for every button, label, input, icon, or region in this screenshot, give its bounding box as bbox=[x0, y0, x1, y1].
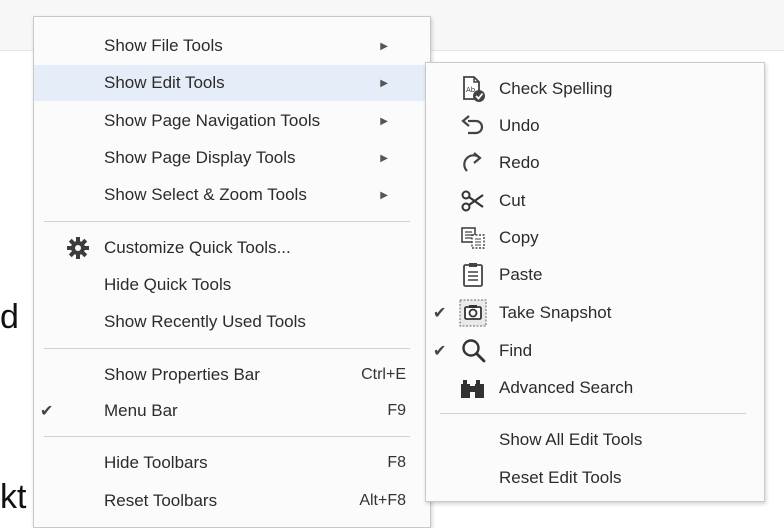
submenu-arrow-icon: ▶ bbox=[380, 189, 388, 201]
menu-item-label: Undo bbox=[499, 116, 540, 135]
gear-icon bbox=[67, 237, 89, 259]
menu-item-cut[interactable]: Cut bbox=[426, 183, 764, 219]
menu-item-take-snapshot[interactable]: ✔ Take Snapshot bbox=[426, 295, 764, 331]
menu-item-hide-quick-tools[interactable]: Hide Quick Tools bbox=[34, 267, 430, 303]
menu-item-reset-edit-tools[interactable]: Reset Edit Tools bbox=[426, 460, 764, 496]
menu-item-show-page-display-tools[interactable]: Show Page Display Tools ▶ bbox=[34, 140, 430, 176]
menu-item-label: Advanced Search bbox=[499, 378, 634, 397]
menu-item-label: Cut bbox=[499, 191, 526, 210]
shortcut-text: F9 bbox=[387, 402, 406, 419]
scissors-icon bbox=[458, 186, 488, 216]
undo-icon bbox=[458, 111, 488, 141]
menu-item-label: Show Properties Bar bbox=[104, 365, 260, 384]
menu-item-show-select-zoom-tools[interactable]: Show Select & Zoom Tools ▶ bbox=[34, 177, 430, 213]
menu-item-label: Show Select & Zoom Tools bbox=[104, 185, 307, 204]
menu-item-show-edit-tools[interactable]: Show Edit Tools ▶ bbox=[34, 65, 430, 101]
menu-item-label: Reset Toolbars bbox=[104, 491, 218, 510]
menu-item-menu-bar[interactable]: ✔ Menu Bar F9 bbox=[34, 393, 430, 429]
menu-item-show-properties-bar[interactable]: Show Properties Bar Ctrl+E bbox=[34, 357, 430, 393]
submenu-arrow-icon: ▶ bbox=[380, 77, 388, 89]
document-text-fragment: kt bbox=[0, 478, 27, 516]
menu-item-label: Copy bbox=[499, 228, 539, 247]
menu-item-show-file-tools[interactable]: Show File Tools ▶ bbox=[34, 28, 430, 64]
shortcut-text: Alt+F8 bbox=[359, 492, 406, 509]
menu-divider bbox=[44, 436, 410, 437]
menu-item-label: Paste bbox=[499, 265, 543, 284]
menu-item-label: Show Page Navigation Tools bbox=[104, 111, 321, 130]
menu-item-show-page-navigation-tools[interactable]: Show Page Navigation Tools ▶ bbox=[34, 103, 430, 139]
shortcut-text: F8 bbox=[387, 454, 406, 471]
edit-tools-submenu: Ab Check Spelling Undo Redo Cut Copy Pas… bbox=[425, 62, 765, 502]
menu-item-label: Show Page Display Tools bbox=[104, 148, 296, 167]
menu-item-redo[interactable]: Redo bbox=[426, 145, 764, 181]
binoculars-icon bbox=[458, 373, 488, 403]
menu-item-label: Show All Edit Tools bbox=[499, 430, 643, 449]
view-tools-menu: Show File Tools ▶ Show Edit Tools ▶ Show… bbox=[33, 16, 431, 528]
menu-item-label: Hide Toolbars bbox=[104, 453, 208, 472]
menu-item-advanced-search[interactable]: Advanced Search bbox=[426, 370, 764, 406]
document-text-fragment: d bbox=[0, 298, 19, 336]
menu-item-customize-quick-tools[interactable]: Customize Quick Tools... bbox=[34, 230, 430, 266]
menu-item-show-recently-used-tools[interactable]: Show Recently Used Tools bbox=[34, 304, 430, 340]
menu-item-label: Hide Quick Tools bbox=[104, 275, 232, 294]
menu-item-paste[interactable]: Paste bbox=[426, 257, 764, 293]
submenu-arrow-icon: ▶ bbox=[380, 40, 388, 52]
paste-icon bbox=[458, 260, 488, 290]
shortcut-text: Ctrl+E bbox=[361, 366, 406, 383]
menu-item-label: Find bbox=[499, 341, 533, 360]
menu-item-label: Show File Tools bbox=[104, 36, 223, 55]
checkmark-icon: ✔ bbox=[433, 305, 447, 322]
menu-divider bbox=[44, 221, 410, 222]
menu-item-hide-toolbars[interactable]: Hide Toolbars F8 bbox=[34, 445, 430, 481]
camera-icon bbox=[458, 298, 488, 328]
menu-item-check-spelling[interactable]: Ab Check Spelling bbox=[426, 71, 764, 107]
copy-icon bbox=[458, 223, 488, 253]
menu-item-copy[interactable]: Copy bbox=[426, 220, 764, 256]
menu-divider bbox=[440, 413, 746, 414]
checkmark-icon: ✔ bbox=[40, 403, 54, 420]
menu-divider bbox=[44, 348, 410, 349]
menu-item-show-all-edit-tools[interactable]: Show All Edit Tools bbox=[426, 422, 764, 458]
submenu-arrow-icon: ▶ bbox=[380, 115, 388, 127]
spellcheck-icon: Ab bbox=[458, 74, 488, 104]
menu-item-label: Redo bbox=[499, 153, 540, 172]
checkmark-icon: ✔ bbox=[433, 343, 447, 360]
menu-item-label: Show Edit Tools bbox=[104, 73, 225, 92]
submenu-arrow-icon: ▶ bbox=[380, 152, 388, 164]
menu-item-label: Customize Quick Tools... bbox=[104, 238, 291, 257]
menu-item-label: Show Recently Used Tools bbox=[104, 312, 306, 331]
menu-item-label: Menu Bar bbox=[104, 401, 178, 420]
menu-item-label: Reset Edit Tools bbox=[499, 468, 622, 487]
redo-icon bbox=[458, 148, 488, 178]
menu-item-label: Take Snapshot bbox=[499, 303, 612, 322]
search-icon bbox=[458, 336, 488, 366]
menu-item-find[interactable]: ✔ Find bbox=[426, 333, 764, 369]
menu-item-reset-toolbars[interactable]: Reset Toolbars Alt+F8 bbox=[34, 483, 430, 519]
menu-item-label: Check Spelling bbox=[499, 79, 613, 98]
menu-item-undo[interactable]: Undo bbox=[426, 108, 764, 144]
